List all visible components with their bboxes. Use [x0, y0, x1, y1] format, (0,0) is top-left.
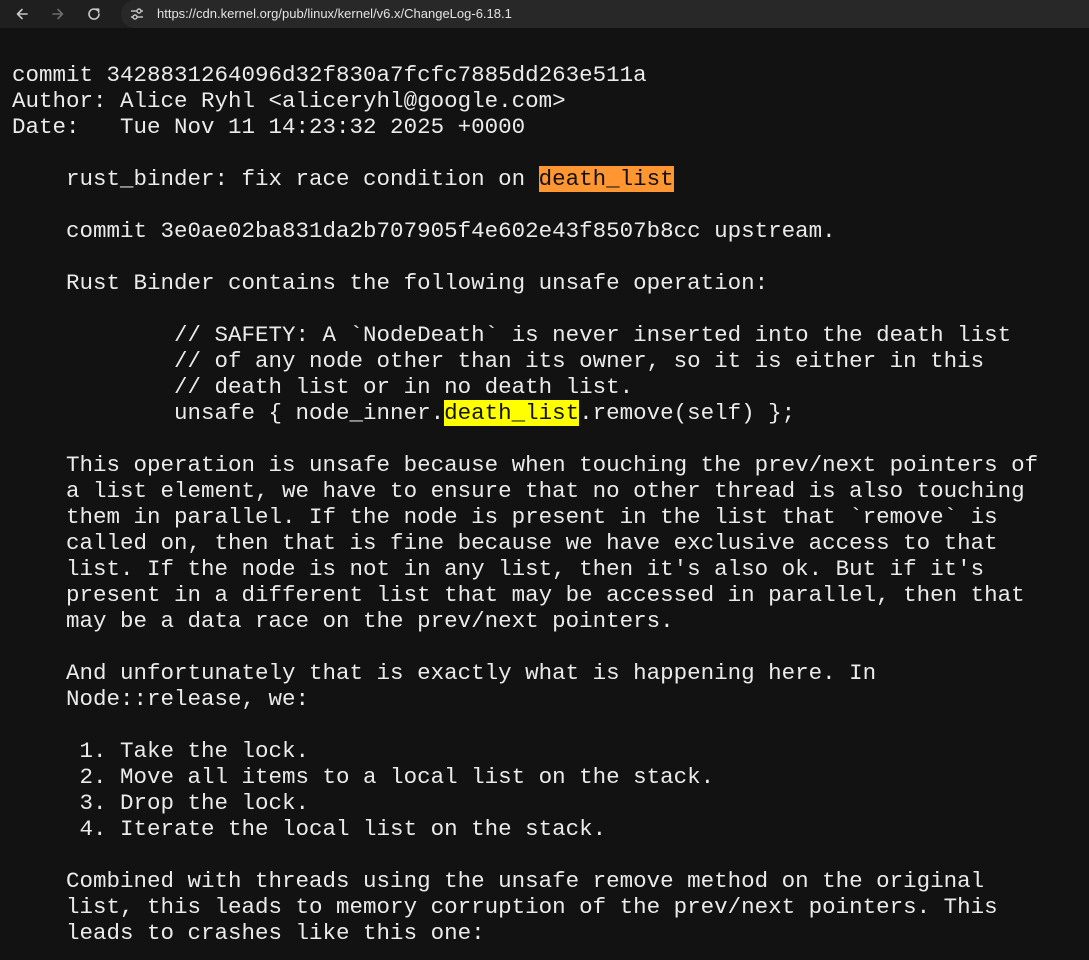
paragraph-line: present in a different list that may be …: [12, 582, 1025, 608]
paragraph-line: And unfortunately that is exactly what i…: [12, 660, 877, 686]
paragraph-line: list, this leads to memory corruption of…: [12, 894, 998, 920]
tune-icon: [131, 8, 143, 20]
back-button[interactable]: [12, 4, 32, 24]
list-item: 1. Take the lock.: [12, 738, 310, 764]
url-text[interactable]: https://cdn.kernel.org/pub/linux/kernel/…: [157, 6, 512, 22]
browser-toolbar: https://cdn.kernel.org/pub/linux/kernel/…: [0, 0, 1089, 28]
paragraph-line: list. If the node is not in any list, th…: [12, 556, 985, 582]
intro-line: Rust Binder contains the following unsaf…: [12, 270, 769, 296]
reload-icon: [88, 8, 100, 20]
subject-line: rust_binder: fix race condition on death…: [12, 166, 1082, 192]
list-item: 3. Drop the lock.: [12, 790, 310, 816]
paragraph-line: may be a data race on the prev/next poin…: [12, 608, 674, 634]
paragraph-line: a list element, we have to ensure that n…: [12, 478, 1025, 504]
reload-button[interactable]: [84, 4, 104, 24]
date-line: Date: Tue Nov 11 14:23:32 2025 +0000: [12, 114, 526, 140]
paragraph-line: This operation is unsafe because when to…: [12, 452, 1039, 478]
paragraph-line: called on, then that is fine because we …: [12, 530, 998, 556]
upstream-line: commit 3e0ae02ba831da2b707905f4e602e43f8…: [12, 218, 836, 244]
site-info-button[interactable]: [129, 6, 145, 22]
author-line: Author: Alice Ryhl <aliceryhl@google.com…: [12, 88, 566, 114]
find-highlight-active: death_list: [538, 166, 674, 192]
list-item: 4. Iterate the local list on the stack.: [12, 816, 607, 842]
paragraph-line: them in parallel. If the node is present…: [12, 504, 998, 530]
paragraph-line: Node::release, we:: [12, 686, 310, 712]
code-suffix: .remove(self) };: [579, 400, 796, 426]
changelog-content: commit 3428831264096d32f830a7fcfc7885dd2…: [12, 62, 1082, 946]
code-line: // SAFETY: A `NodeDeath` is never insert…: [12, 322, 1012, 348]
arrow-right-icon: [52, 8, 64, 20]
list-item: 2. Move all items to a local list on the…: [12, 764, 715, 790]
code-line: // death list or in no death list.: [12, 374, 634, 400]
forward-button[interactable]: [48, 4, 68, 24]
paragraph-line: leads to crashes like this one:: [12, 920, 485, 946]
subject-prefix: rust_binder: fix race condition on: [12, 166, 539, 192]
arrow-left-icon: [16, 8, 28, 20]
commit-line: commit 3428831264096d32f830a7fcfc7885dd2…: [12, 62, 647, 88]
address-bar[interactable]: https://cdn.kernel.org/pub/linux/kernel/…: [121, 0, 1089, 28]
code-line: // of any node other than its owner, so …: [12, 348, 985, 374]
code-line: unsafe { node_inner.death_list.remove(se…: [12, 400, 1082, 426]
code-prefix: unsafe { node_inner.: [12, 400, 445, 426]
find-highlight-match: death_list: [444, 400, 580, 426]
paragraph-line: Combined with threads using the unsafe r…: [12, 868, 985, 894]
